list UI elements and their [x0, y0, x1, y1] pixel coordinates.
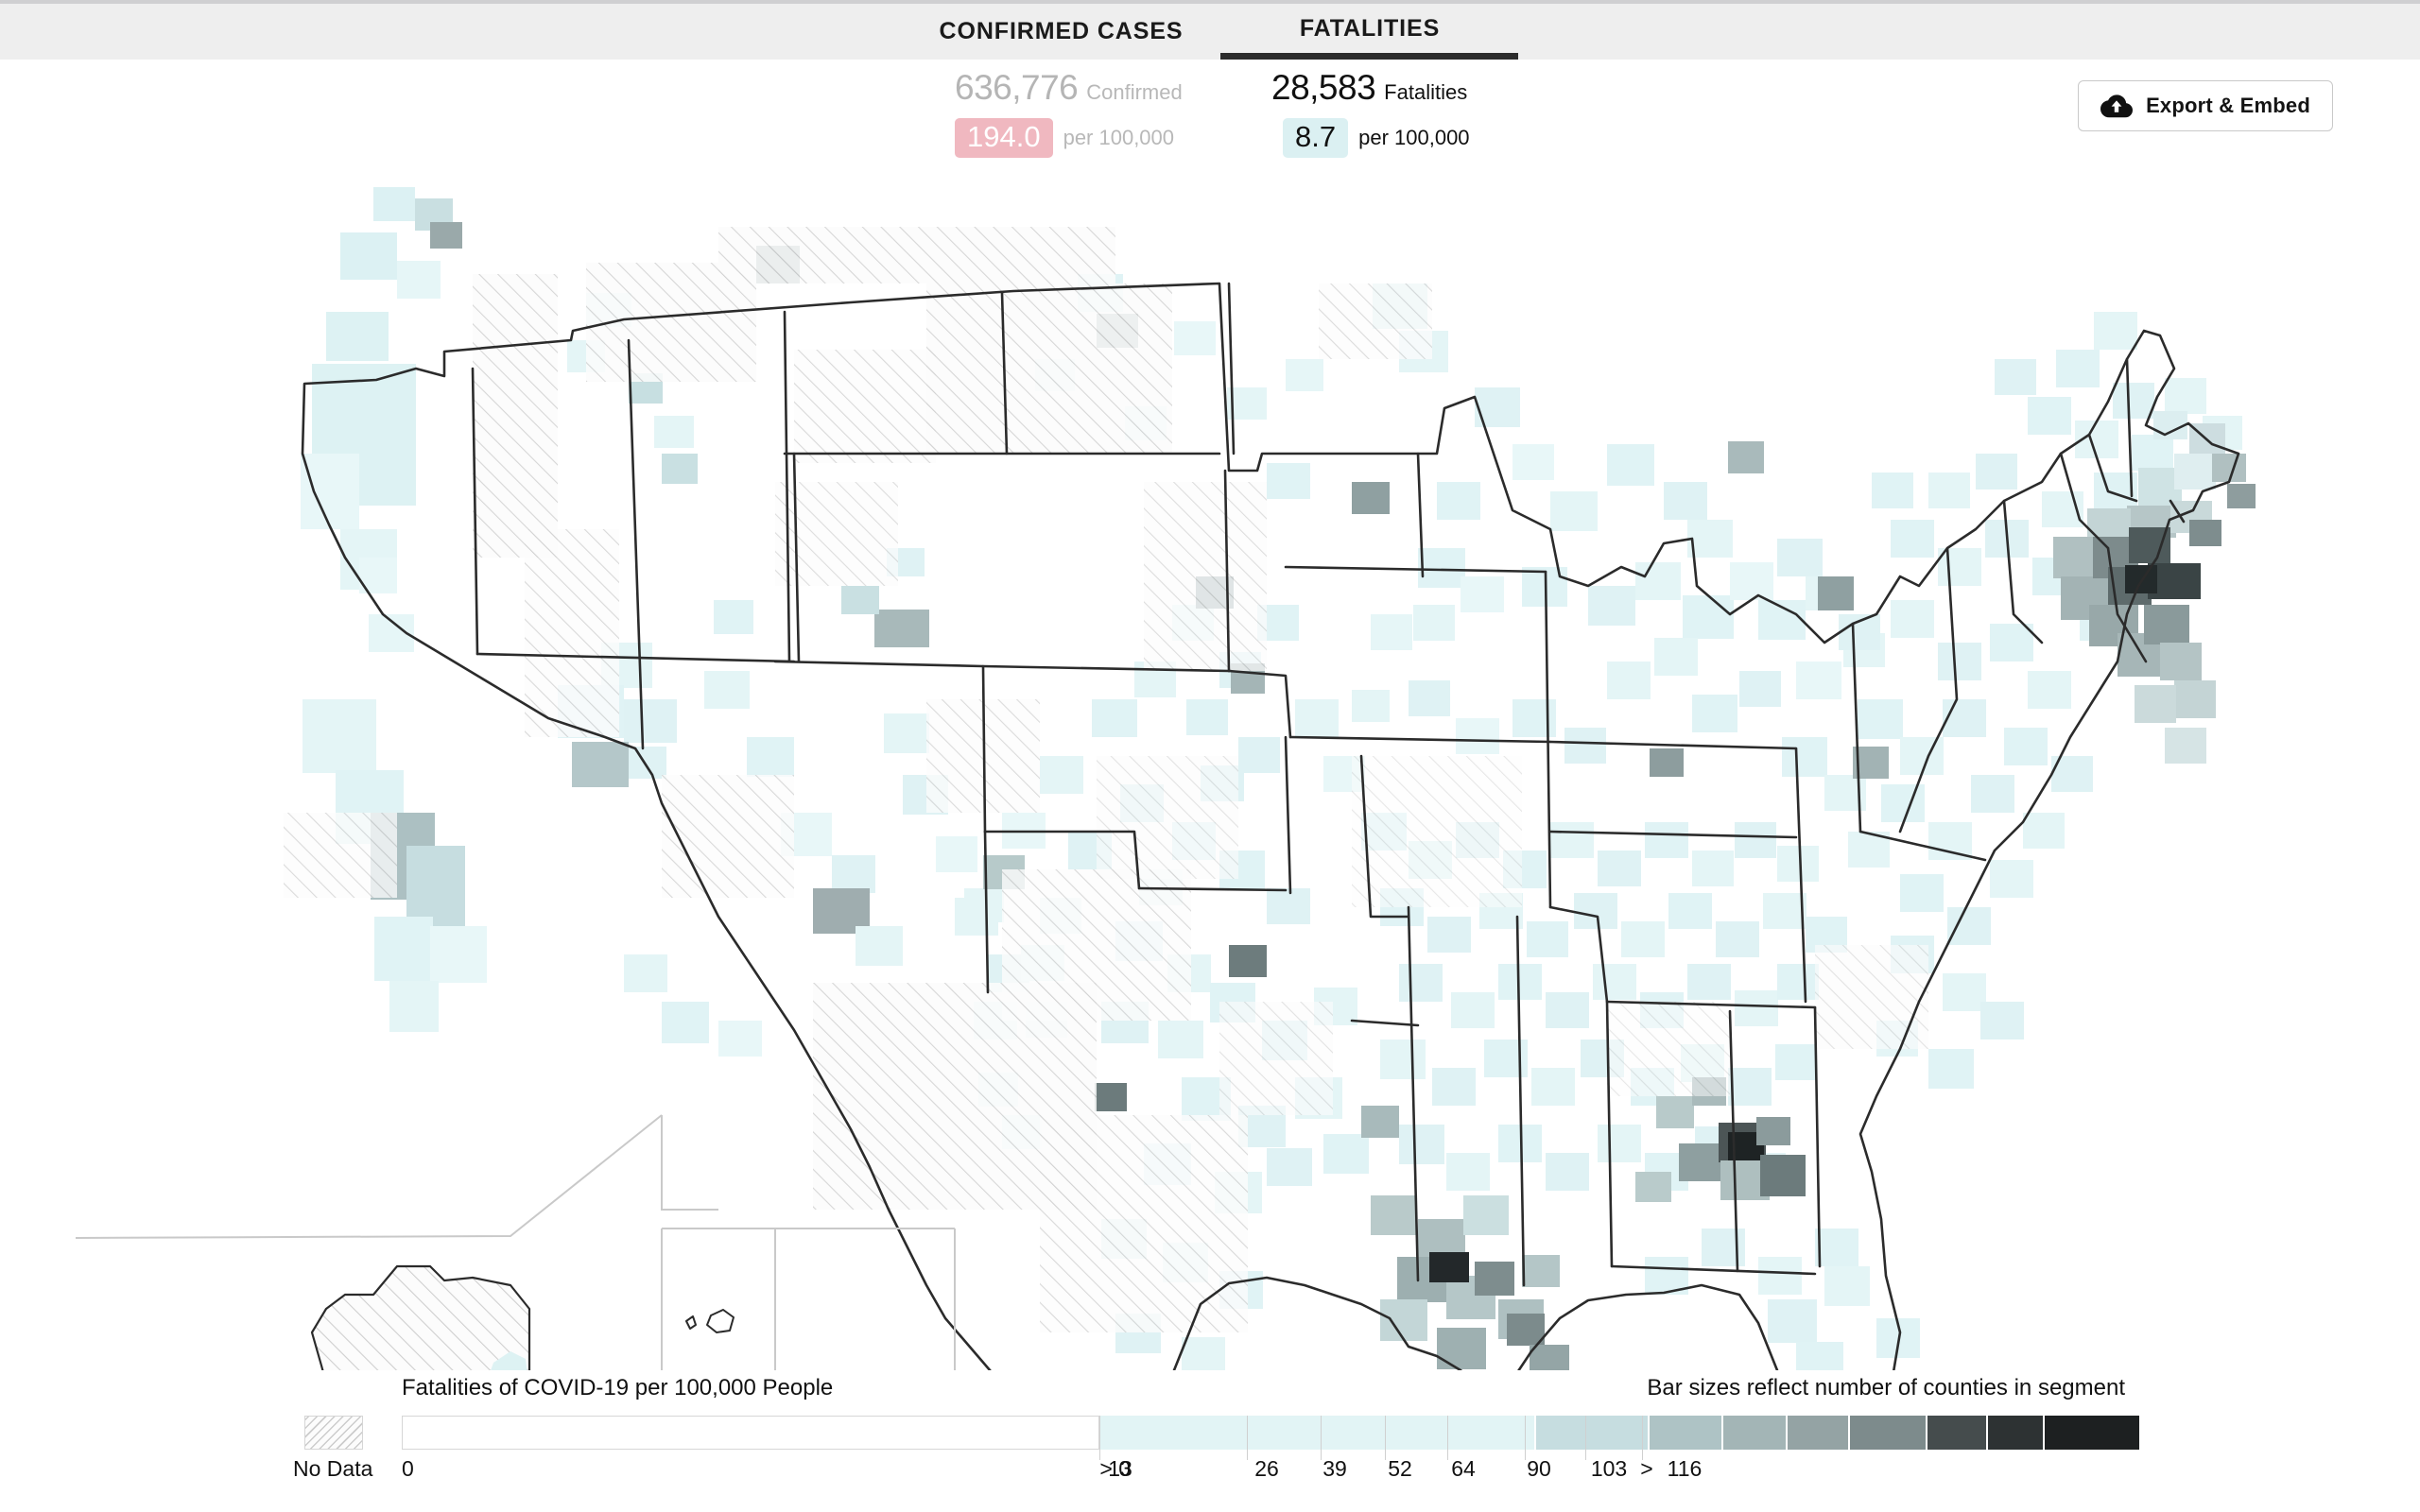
- legend-label-64: 64: [1451, 1456, 1476, 1481]
- no-data-label: No Data: [293, 1456, 373, 1481]
- stat-confirmed-cases[interactable]: 636,776 Confirmed 194.0 per 100,000: [955, 68, 1183, 158]
- tab-confirmed-cases[interactable]: CONFIRMED CASES: [902, 4, 1221, 60]
- stat-confirmed-rate-row: 194.0 per 100,000: [955, 118, 1183, 158]
- legend-tick-26: [1247, 1416, 1248, 1460]
- summary-stats: 636,776 Confirmed 194.0 per 100,000 28,5…: [955, 68, 1541, 170]
- stat-fatalities[interactable]: 28,583 Fatalities 8.7 per 100,000: [1271, 68, 1470, 158]
- tab-confirmed-cases-label: CONFIRMED CASES: [939, 18, 1184, 44]
- map-legend: Fatalities of COVID-19 per 100,000 Peopl…: [0, 1375, 2420, 1512]
- stat-fatalities-count: 28,583: [1271, 68, 1376, 107]
- legend-label-gt-prefix: >: [1640, 1456, 1653, 1481]
- legend-title: Fatalities of COVID-19 per 100,000 Peopl…: [402, 1375, 834, 1400]
- stat-fatalities-count-row: 28,583 Fatalities: [1271, 68, 1470, 112]
- stat-confirmed-count-row: 636,776 Confirmed: [955, 68, 1183, 112]
- export-and-embed-label: Export & Embed: [2146, 94, 2310, 117]
- stat-confirmed-count-label: Confirmed: [1086, 80, 1183, 104]
- legend-tick-13: [1099, 1416, 1100, 1460]
- legend-segment-64-90[interactable]: [1850, 1416, 1926, 1450]
- stat-fatalities-count-label: Fatalities: [1384, 80, 1468, 104]
- covid-map-page: CONFIRMED CASES FATALITIES 636,776 Confi…: [0, 0, 2420, 1512]
- legend-label-39: 39: [1322, 1456, 1347, 1481]
- tab-list: CONFIRMED CASES FATALITIES: [0, 4, 2420, 60]
- tab-fatalities-label: FATALITIES: [1299, 14, 1441, 42]
- legend-tick-64: [1447, 1416, 1448, 1460]
- stat-confirmed-rate-badge: 194.0: [955, 118, 1053, 158]
- legend-segment-26-39[interactable]: [1650, 1416, 1721, 1450]
- legend-tick-39: [1321, 1416, 1322, 1460]
- legend-segment-over-116[interactable]: [2045, 1416, 2139, 1450]
- legend-label-26: 26: [1254, 1456, 1279, 1481]
- legend-label-zero: 0: [402, 1456, 414, 1481]
- legend-right-title: Bar sizes reflect number of counties in …: [1647, 1375, 2125, 1400]
- legend-tick-103: [1585, 1416, 1586, 1460]
- legend-color-ramp: [402, 1416, 2139, 1450]
- legend-label-90: 90: [1527, 1456, 1551, 1481]
- legend-label-13: 13: [1108, 1456, 1132, 1481]
- legend-segment-39-52[interactable]: [1723, 1416, 1786, 1450]
- legend-label-52: 52: [1388, 1456, 1412, 1481]
- legend-segment-13-26[interactable]: [1536, 1416, 1648, 1450]
- stat-confirmed-rate-label: per 100,000: [1063, 126, 1175, 149]
- tab-fatalities[interactable]: FATALITIES: [1220, 4, 1519, 60]
- legend-tick-90: [1525, 1416, 1526, 1460]
- stat-fatalities-rate-row: 8.7 per 100,000: [1271, 118, 1470, 158]
- stat-confirmed-count: 636,776: [955, 68, 1079, 107]
- export-and-embed-button[interactable]: Export & Embed: [2078, 80, 2333, 131]
- legend-label-116: 116: [1667, 1456, 1703, 1481]
- top-tab-bar: CONFIRMED CASES FATALITIES: [0, 0, 2420, 60]
- legend-segment-52-64[interactable]: [1788, 1416, 1848, 1450]
- no-data-swatch: [304, 1416, 363, 1450]
- stat-fatalities-rate-label: per 100,000: [1358, 126, 1470, 149]
- cloud-upload-icon: [2100, 94, 2134, 118]
- legend-tick-116: [1642, 1416, 1643, 1460]
- us-county-choropleth-map[interactable]: [0, 170, 2420, 1370]
- stat-fatalities-rate-badge: 8.7: [1283, 118, 1349, 158]
- legend-segment-zero[interactable]: [402, 1416, 1099, 1450]
- legend-tick-52: [1385, 1416, 1386, 1460]
- legend-label-103: 103: [1590, 1456, 1628, 1481]
- legend-segment-0-13[interactable]: [1099, 1416, 1534, 1450]
- map-svg[interactable]: [0, 170, 2420, 1370]
- legend-segment-103-116[interactable]: [1988, 1416, 2043, 1450]
- legend-segment-90-103[interactable]: [1927, 1416, 1986, 1450]
